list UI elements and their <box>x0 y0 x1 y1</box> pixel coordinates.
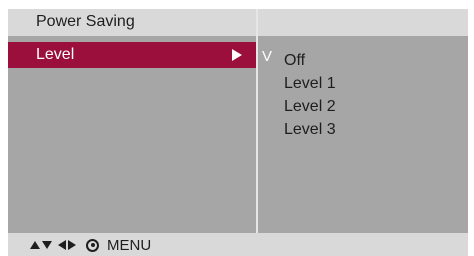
ok-button-icon <box>86 238 99 252</box>
menu-title: Power Saving <box>36 13 135 30</box>
osd-menu-panel: Power Saving Level V Off Level 1 Level 2… <box>8 9 468 256</box>
navigation-hint: MENU <box>30 235 151 255</box>
option-level-2[interactable]: Level 2 <box>284 95 336 118</box>
option-level-3[interactable]: Level 3 <box>284 118 336 141</box>
up-arrow-icon <box>30 241 40 249</box>
right-arrow-icon <box>68 240 76 250</box>
option-off[interactable]: Off <box>284 49 336 72</box>
menu-label: MENU <box>107 236 152 254</box>
up-down-arrows <box>30 241 52 249</box>
level-options-list: Off Level 1 Level 2 Level 3 <box>284 49 336 141</box>
down-arrow-icon <box>42 241 52 249</box>
check-mark-icon: V <box>262 48 273 65</box>
menu-item-label: Level <box>36 46 75 63</box>
left-arrow-icon <box>58 240 66 250</box>
menu-item-level[interactable]: Level <box>8 42 256 68</box>
option-level-1[interactable]: Level 1 <box>284 72 336 95</box>
title-bar: Power Saving <box>8 9 468 36</box>
right-arrow-icon <box>232 49 242 61</box>
left-right-arrows <box>58 240 76 250</box>
footer-bar: MENU <box>8 233 468 256</box>
column-divider <box>256 9 258 256</box>
